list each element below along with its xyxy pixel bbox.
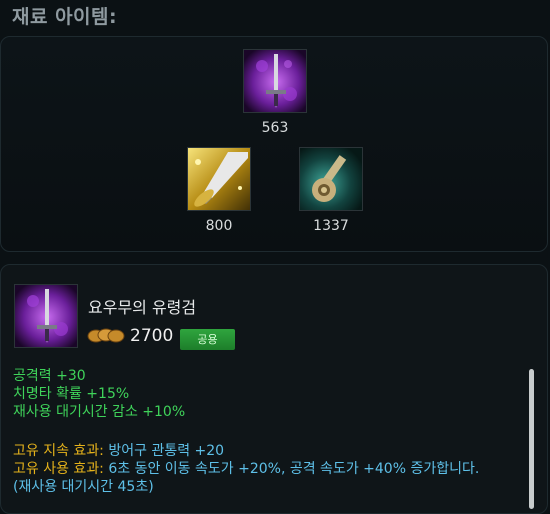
gold-coins-icon [87,328,125,343]
sword-gold-icon[interactable] [187,147,251,211]
sword-purple-icon [14,284,78,348]
recipe-component-cost: 1337 [313,218,349,234]
stat-line: 재사용 대기시간 감소 +10% [13,404,186,420]
item-detail-panel: 요우무의 유령검 2700 공용 공격력 +30 치명타 확률 +15% 재사용… [0,264,548,514]
item-name: 요우무의 유령검 [88,298,197,317]
active-effect: 고유 사용 효과: 6초 동안 이동 속도가 +20%, 공격 속도가 +40%… [13,460,543,478]
active-cooldown: (재사용 대기시간 45초) [13,479,154,495]
recipe-item-top[interactable]: 563 [235,49,315,136]
recipe-item-cost: 563 [261,120,289,136]
recipe-header-title: 재료 아이템: [12,6,118,28]
hilt-green-icon[interactable] [299,147,363,211]
passive-label: 고유 지속 효과: [13,443,104,459]
recipe-component-1[interactable]: 800 [179,147,259,234]
recipe-panel: 563 800 1337 [0,36,548,252]
active-text: 6초 동안 이동 속도가 +20%, 공격 속도가 +40% 증가합니다. [103,461,480,477]
recipe-component-cost: 800 [205,218,233,234]
scrollbar[interactable] [529,369,534,509]
recipe-component-2[interactable]: 1337 [291,147,371,234]
sword-purple-icon[interactable] [243,49,307,113]
map-availability-badge: 공용 [180,329,235,350]
item-price: 2700 [130,326,174,346]
item-effects: 고유 지속 효과: 방어구 관통력 +20 고유 사용 효과: 6초 동안 이동… [13,442,543,496]
passive-effect: 고유 지속 효과: 방어구 관통력 +20 [13,442,543,460]
item-stats: 공격력 +30 치명타 확률 +15% 재사용 대기시간 감소 +10% [13,367,185,421]
active-label: 고유 사용 효과: [13,461,104,477]
stat-line: 치명타 확률 +15% [13,386,130,402]
stat-line: 공격력 +30 [13,368,86,384]
passive-text: 방어구 관통력 +20 [103,443,225,459]
